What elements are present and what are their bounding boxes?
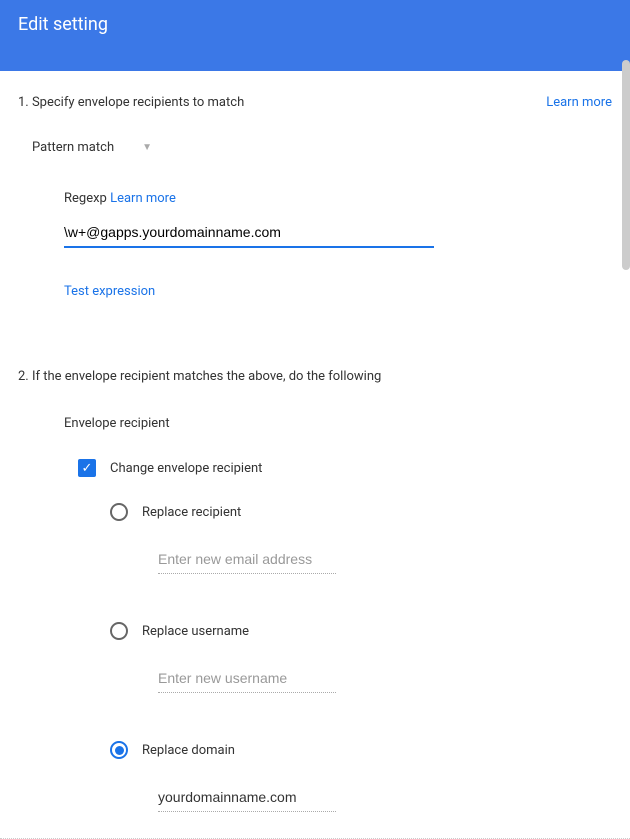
replace-domain-input[interactable] <box>158 783 336 812</box>
replace-recipient-radio[interactable] <box>110 503 128 521</box>
replace-recipient-input[interactable] <box>158 545 336 574</box>
regexp-input[interactable] <box>64 218 434 248</box>
replace-domain-radio[interactable] <box>110 741 128 759</box>
change-envelope-label: Change envelope recipient <box>110 461 262 476</box>
scrollbar[interactable] <box>622 60 630 270</box>
check-icon: ✓ <box>82 462 93 475</box>
test-expression-link[interactable]: Test expression <box>64 284 612 299</box>
section1-title: 1. Specify envelope recipients to match <box>18 95 244 110</box>
replace-username-label: Replace username <box>142 624 249 639</box>
dropdown-selected: Pattern match <box>32 140 114 155</box>
dialog-header: Edit setting <box>0 0 630 71</box>
dialog-title: Edit setting <box>18 14 108 35</box>
change-envelope-checkbox[interactable]: ✓ <box>78 459 96 477</box>
dialog-content: 1. Specify envelope recipients to match … <box>0 71 630 839</box>
regexp-label-row: Regexp Learn more <box>64 191 612 206</box>
replace-username-input[interactable] <box>158 664 336 693</box>
regexp-learn-more-link[interactable]: Learn more <box>110 191 176 206</box>
replace-recipient-label: Replace recipient <box>142 505 241 520</box>
chevron-down-icon: ▼ <box>142 142 152 153</box>
envelope-recipient-label: Envelope recipient <box>64 416 612 431</box>
replace-username-radio[interactable] <box>110 622 128 640</box>
replace-domain-label: Replace domain <box>142 743 235 758</box>
learn-more-link[interactable]: Learn more <box>546 95 612 110</box>
section2-title: 2. If the envelope recipient matches the… <box>18 369 612 384</box>
radio-dot-icon <box>115 746 124 755</box>
match-type-dropdown[interactable]: Pattern match ▼ <box>32 140 612 155</box>
regexp-label: Regexp <box>64 191 107 206</box>
